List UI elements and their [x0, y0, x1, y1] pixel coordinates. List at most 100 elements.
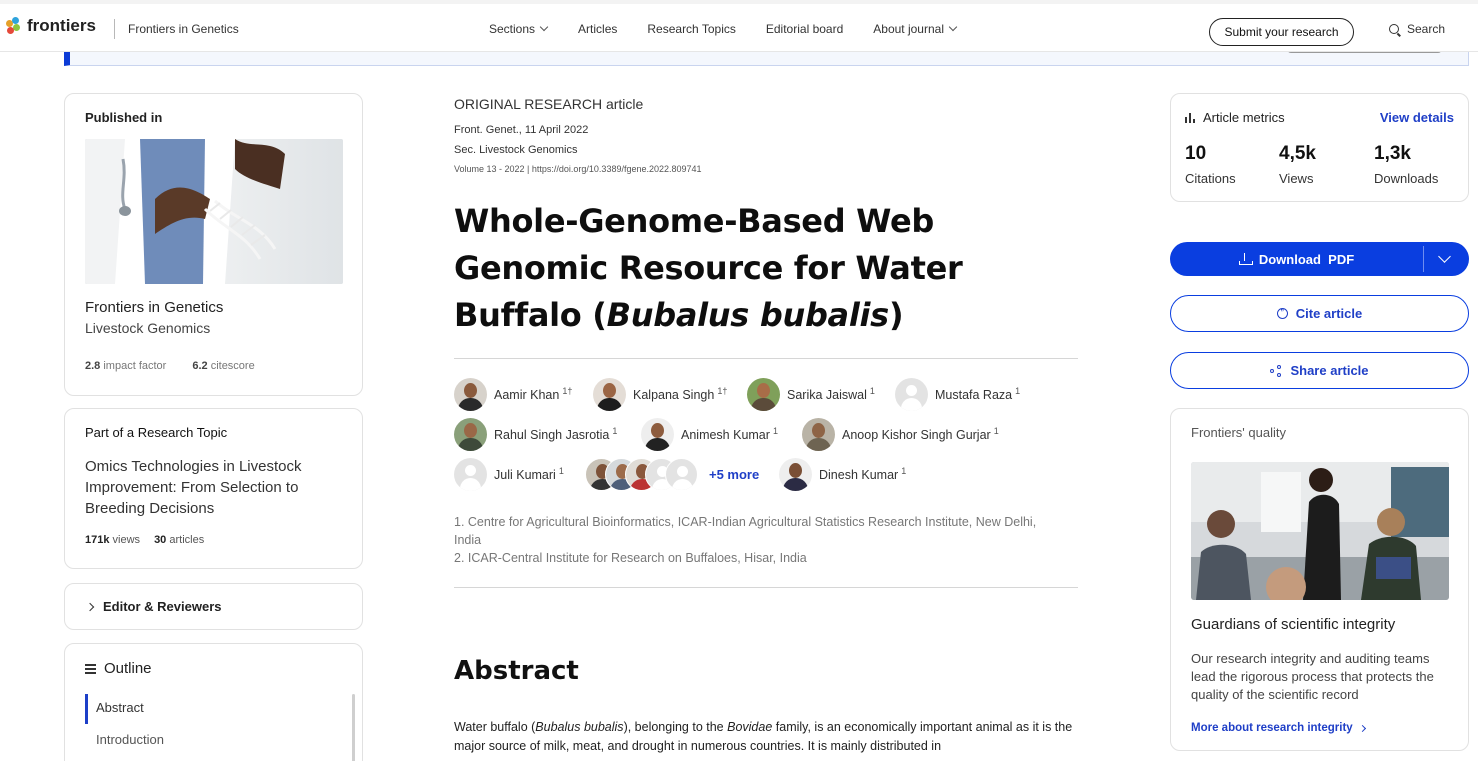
submit-research-button[interactable]: Submit your research	[1209, 18, 1354, 46]
author-anoop-kishor-singh-gurjar[interactable]: Anoop Kishor Singh Gurjar 1	[802, 418, 999, 451]
author-animesh-kumar[interactable]: Animesh Kumar 1	[641, 418, 778, 451]
button-divider	[1423, 246, 1424, 272]
nav-label: Sections	[489, 22, 536, 36]
author-juli-kumari[interactable]: Juli Kumari 1	[454, 458, 564, 491]
author-sarika-jaiswal[interactable]: Sarika Jaiswal 1	[747, 378, 875, 411]
impact-factor-value: 2.8	[85, 360, 101, 372]
article-section[interactable]: Sec. Livestock Genomics	[454, 144, 578, 156]
outline-scrollbar[interactable]	[352, 694, 355, 761]
header-divider	[114, 19, 115, 39]
metric-value: 10	[1185, 143, 1207, 164]
topic-views-value: 171k	[85, 534, 110, 546]
author-kalpana-singh[interactable]: Kalpana Singh 1†	[593, 378, 727, 411]
author-dinesh-kumar[interactable]: Dinesh Kumar 1	[779, 458, 906, 491]
citescore: 6.2 citescore	[192, 360, 254, 372]
view-details-link[interactable]: View details	[1380, 110, 1454, 125]
author-name: Dinesh Kumar 1	[819, 466, 907, 483]
topic-views-label: views	[112, 534, 141, 546]
author-mustafa-raza[interactable]: Mustafa Raza 1	[895, 378, 1020, 411]
metric-label: Citations	[1185, 171, 1236, 186]
chevron-down-icon	[948, 22, 958, 32]
article-metrics-card: Article metrics View details 10 Citation…	[1170, 93, 1469, 202]
author-rahul-singh-jasrotia[interactable]: Rahul Singh Jasrotia 1	[454, 418, 617, 451]
outline-item-introduction[interactable]: Introduction	[96, 732, 164, 747]
research-topic-title[interactable]: Omics Technologies in Livestock Improvem…	[85, 456, 335, 519]
more-authors-link[interactable]: +5 more	[709, 467, 759, 482]
author-name: Aamir Khan 1†	[494, 386, 573, 403]
top-navigation: frontiers Frontiers in Genetics Sections…	[0, 0, 1478, 52]
abstract-heading: Abstract	[454, 656, 579, 686]
published-journal-link[interactable]: Frontiers in Genetics	[85, 299, 223, 316]
author-name: Juli Kumari 1	[494, 466, 564, 483]
divider	[454, 358, 1078, 359]
metric-label: Views	[1279, 171, 1314, 186]
editor-reviewers-toggle[interactable]: Editor & Reviewers	[64, 583, 363, 630]
citescore-label: citescore	[210, 360, 255, 372]
download-pdf-button[interactable]: Download PDF	[1170, 242, 1423, 276]
quality-title: Guardians of scientific integrity	[1191, 616, 1396, 633]
frontiers-logo[interactable]: frontiers	[6, 16, 96, 36]
affiliation-1: 1. Centre for Agricultural Bioinformatic…	[454, 515, 1037, 547]
journal-metrics: 2.8 impact factor 6.2 citescore	[85, 360, 255, 372]
nav-sections[interactable]: Sections	[489, 22, 549, 36]
avatar	[802, 418, 835, 451]
affiliation-2: 2. ICAR-Central Institute for Research o…	[454, 551, 807, 565]
logo-text: frontiers	[27, 16, 96, 35]
outline-heading: Outline	[85, 660, 152, 677]
author-name: Sarika Jaiswal 1	[787, 386, 875, 403]
integrity-team-image	[1191, 462, 1449, 600]
journal-cover-image[interactable]	[85, 139, 343, 284]
author-aamir-khan[interactable]: Aamir Khan 1†	[454, 378, 572, 411]
avatar	[747, 378, 780, 411]
article-volume-doi[interactable]: Volume 13 - 2022 | https://doi.org/10.33…	[454, 164, 702, 174]
avatar	[454, 418, 487, 451]
topic-articles: 30 articles	[154, 534, 204, 546]
article-title: Whole-Genome-Based Web Genomic Resource …	[454, 198, 1074, 339]
bar-chart-icon	[1185, 112, 1195, 123]
published-in-heading: Published in	[85, 110, 163, 125]
download-pdf-button-group: Download PDF	[1170, 242, 1469, 276]
search-icon	[1389, 24, 1399, 34]
author-name: Anoop Kishor Singh Gurjar 1	[842, 426, 999, 443]
frontiers-logo-icon	[6, 17, 22, 35]
editor-reviewers-label: Editor & Reviewers	[103, 599, 222, 614]
search-button[interactable]: Search	[1389, 22, 1445, 36]
metric-label: Downloads	[1374, 171, 1439, 186]
metrics-heading: Article metrics	[1185, 110, 1285, 125]
topic-views: 171k views	[85, 534, 140, 546]
share-icon	[1270, 364, 1282, 377]
title-close: )	[888, 296, 904, 334]
research-topic-card[interactable]: Part of a Research Topic Omics Technolog…	[64, 408, 363, 569]
citescore-value: 6.2	[192, 360, 208, 372]
outline-item-abstract[interactable]: Abstract	[96, 700, 144, 715]
cite-article-button[interactable]: ” Cite article	[1170, 295, 1469, 332]
author-name: Rahul Singh Jasrotia 1	[494, 426, 618, 443]
journal-name-link[interactable]: Frontiers in Genetics	[128, 22, 239, 36]
outline-card: Outline Abstract Introduction	[64, 643, 363, 761]
list-icon	[85, 664, 96, 674]
research-topic-heading: Part of a Research Topic	[85, 425, 228, 440]
quality-heading: Frontiers' quality	[1191, 425, 1286, 440]
quote-icon: ”	[1276, 308, 1288, 319]
frontiers-quality-card: Frontiers' quality Guardians of scientif…	[1170, 408, 1469, 751]
impact-factor: 2.8 impact factor	[85, 360, 166, 372]
research-integrity-link[interactable]: More about research integrity	[1191, 722, 1366, 734]
more-authors-avatars[interactable]	[585, 458, 701, 492]
metric-views: 4,5k Views	[1279, 143, 1316, 186]
nav-research-topics[interactable]: Research Topics	[647, 22, 736, 36]
chevron-down-icon	[539, 22, 549, 32]
share-article-button[interactable]: Share article	[1170, 352, 1469, 389]
published-section-link[interactable]: Livestock Genomics	[85, 320, 210, 336]
avatar	[641, 418, 674, 451]
chevron-down-icon[interactable]	[1438, 250, 1451, 263]
cite-label: Cite article	[1295, 306, 1363, 321]
nav-articles[interactable]: Articles	[578, 22, 617, 36]
chevron-right-icon	[85, 602, 95, 611]
metric-value: 1,3k	[1374, 143, 1411, 164]
nav-editorial-board[interactable]: Editorial board	[766, 22, 843, 36]
metric-citations: 10 Citations	[1185, 143, 1236, 186]
share-label: Share article	[1290, 363, 1369, 378]
search-label: Search	[1407, 22, 1446, 36]
avatar	[593, 378, 626, 411]
nav-about-journal[interactable]: About journal	[873, 22, 958, 36]
